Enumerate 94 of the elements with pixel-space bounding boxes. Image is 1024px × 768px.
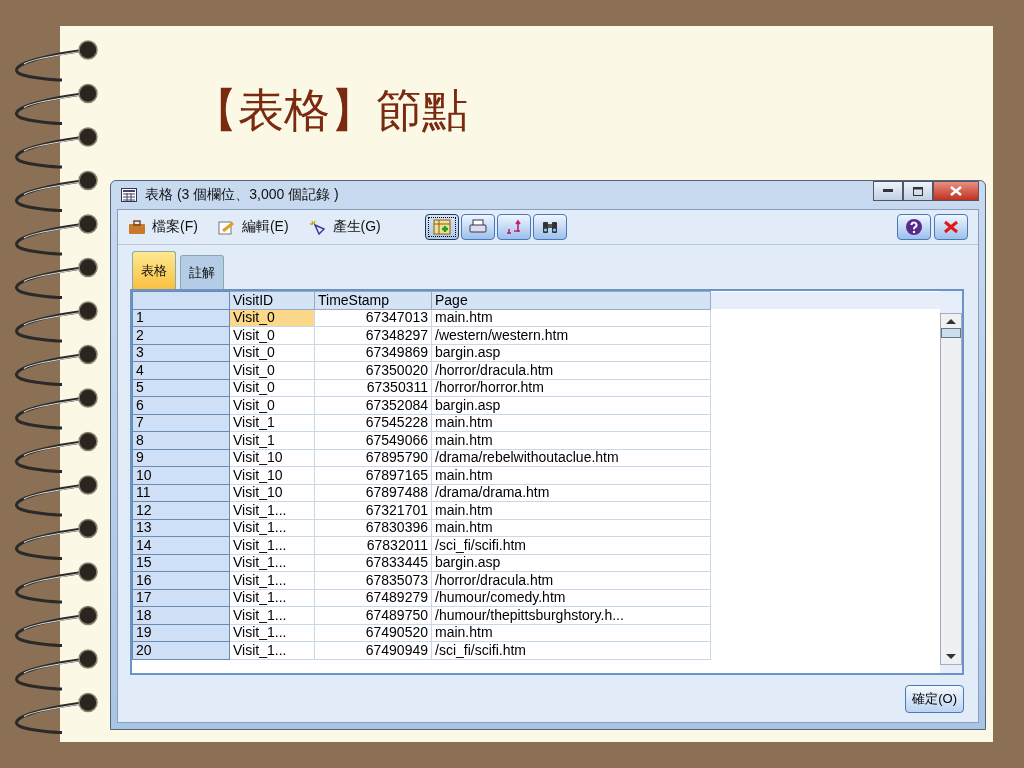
table-cell[interactable]: Visit_10: [229, 449, 315, 467]
table-cell: 67490949: [314, 641, 432, 659]
table-cell[interactable]: Visit_0: [229, 379, 315, 397]
table-cell: 67830396: [314, 519, 432, 537]
table-cell: /horror/dracula.htm: [431, 361, 711, 379]
maximize-button[interactable]: [903, 181, 933, 201]
table-cell: main.htm: [431, 309, 711, 327]
table-cell: main.htm: [431, 624, 711, 642]
column-header[interactable]: Page: [431, 291, 711, 309]
maximize-icon: [913, 186, 923, 196]
table-cell: 67349869: [314, 344, 432, 362]
close-button[interactable]: [934, 214, 968, 240]
table-cell: 67348297: [314, 326, 432, 344]
table-cell: 67549066: [314, 431, 432, 449]
table-cell[interactable]: Visit_1: [229, 414, 315, 432]
table-cell[interactable]: Visit_1...: [229, 501, 315, 519]
table-cell: main.htm: [431, 466, 711, 484]
window-title: 表格 (3 個欄位、3,000 個記錄 ): [145, 186, 339, 204]
print-button[interactable]: [460, 214, 495, 240]
tab[interactable]: 註解: [180, 255, 224, 289]
table-cell[interactable]: Visit_1: [229, 431, 315, 449]
table-cell: 67897165: [314, 466, 432, 484]
slide-title: 【表格】節點: [192, 82, 469, 139]
table-cell[interactable]: Visit_1...: [229, 554, 315, 572]
binoculars-icon: [540, 219, 559, 235]
table-cell[interactable]: Visit_0: [229, 344, 315, 362]
menu-item[interactable]: 檔案(F): [128, 218, 198, 236]
document-pencil-icon: [217, 219, 236, 235]
table-add-icon: [432, 219, 451, 235]
tab[interactable]: 表格: [132, 251, 176, 289]
printer-icon: [468, 219, 487, 235]
table-cell: 67897488: [314, 484, 432, 502]
table-cell: 67895790: [314, 449, 432, 467]
table-cell: 67347013: [314, 309, 432, 327]
table-cell: 67350311: [314, 379, 432, 397]
minimize-button[interactable]: [873, 181, 903, 201]
table-cell: /drama/drama.htm: [431, 484, 711, 502]
table-cell[interactable]: Visit_1...: [229, 606, 315, 624]
table-cell: 67350020: [314, 361, 432, 379]
table-cell: 67545228: [314, 414, 432, 432]
column-header[interactable]: TimeStamp: [314, 291, 432, 309]
table-cell: 67833445: [314, 554, 432, 572]
help-button[interactable]: [897, 214, 931, 240]
ok-button[interactable]: 確定(O): [905, 684, 964, 713]
table-cell: main.htm: [431, 414, 711, 432]
table-cell[interactable]: Visit_0: [229, 361, 315, 379]
table-cell: /humour/comedy.htm: [431, 589, 711, 607]
scroll-thumb[interactable]: [941, 328, 961, 338]
menu-item[interactable]: 產生(G): [308, 218, 381, 236]
table-cell: bargin.asp: [431, 344, 711, 362]
table-cell: main.htm: [431, 519, 711, 537]
table-cell: /humour/thepittsburghstory.h...: [431, 606, 711, 624]
table-cell: main.htm: [431, 431, 711, 449]
close-icon: [950, 186, 962, 196]
table-cell: bargin.asp: [431, 396, 711, 414]
table-cell: /horror/dracula.htm: [431, 571, 711, 589]
table-icon: [121, 188, 137, 202]
find-button[interactable]: [532, 214, 567, 240]
sort-button[interactable]: [496, 214, 531, 240]
table-cell: 67832011: [314, 536, 432, 554]
table-cell[interactable]: Visit_10: [229, 484, 315, 502]
vertical-scrollbar[interactable]: [940, 313, 962, 665]
table-cell[interactable]: Visit_1...: [229, 589, 315, 607]
menu-item[interactable]: 編輯(E): [217, 218, 289, 236]
sort-icon: [504, 219, 523, 235]
table-cell: /drama/rebelwithoutaclue.htm: [431, 449, 711, 467]
wand-icon: [308, 219, 327, 235]
table-cell: 67835073: [314, 571, 432, 589]
table-cell[interactable]: Visit_1...: [229, 571, 315, 589]
table-cell: 67490520: [314, 624, 432, 642]
table-cell: 67321701: [314, 501, 432, 519]
table-cell: 67489750: [314, 606, 432, 624]
table-cell[interactable]: Visit_0: [229, 326, 315, 344]
close-button[interactable]: [933, 181, 979, 201]
table-cell: /sci_fi/scifi.htm: [431, 641, 711, 659]
table-cell: main.htm: [431, 501, 711, 519]
table-cell[interactable]: Visit_0: [229, 396, 315, 414]
table-cell: bargin.asp: [431, 554, 711, 572]
close-icon: [943, 220, 959, 234]
minimize-icon: [883, 189, 893, 193]
column-header[interactable]: VisitID: [229, 291, 315, 309]
table-cell: /western/western.htm: [431, 326, 711, 344]
table-cell[interactable]: Visit_1...: [229, 519, 315, 537]
help-icon: [905, 218, 923, 236]
table-cell[interactable]: Visit_10: [229, 466, 315, 484]
table-cell: 67489279: [314, 589, 432, 607]
table-view-button[interactable]: [424, 214, 459, 240]
table-cell: /sci_fi/scifi.htm: [431, 536, 711, 554]
table-cell[interactable]: Visit_1...: [229, 536, 315, 554]
table-cell[interactable]: Visit_1...: [229, 641, 315, 659]
table-cell: 67352084: [314, 396, 432, 414]
briefcase-icon: [128, 219, 146, 235]
table-cell: /horror/horror.htm: [431, 379, 711, 397]
table-cell[interactable]: Visit_1...: [229, 624, 315, 642]
